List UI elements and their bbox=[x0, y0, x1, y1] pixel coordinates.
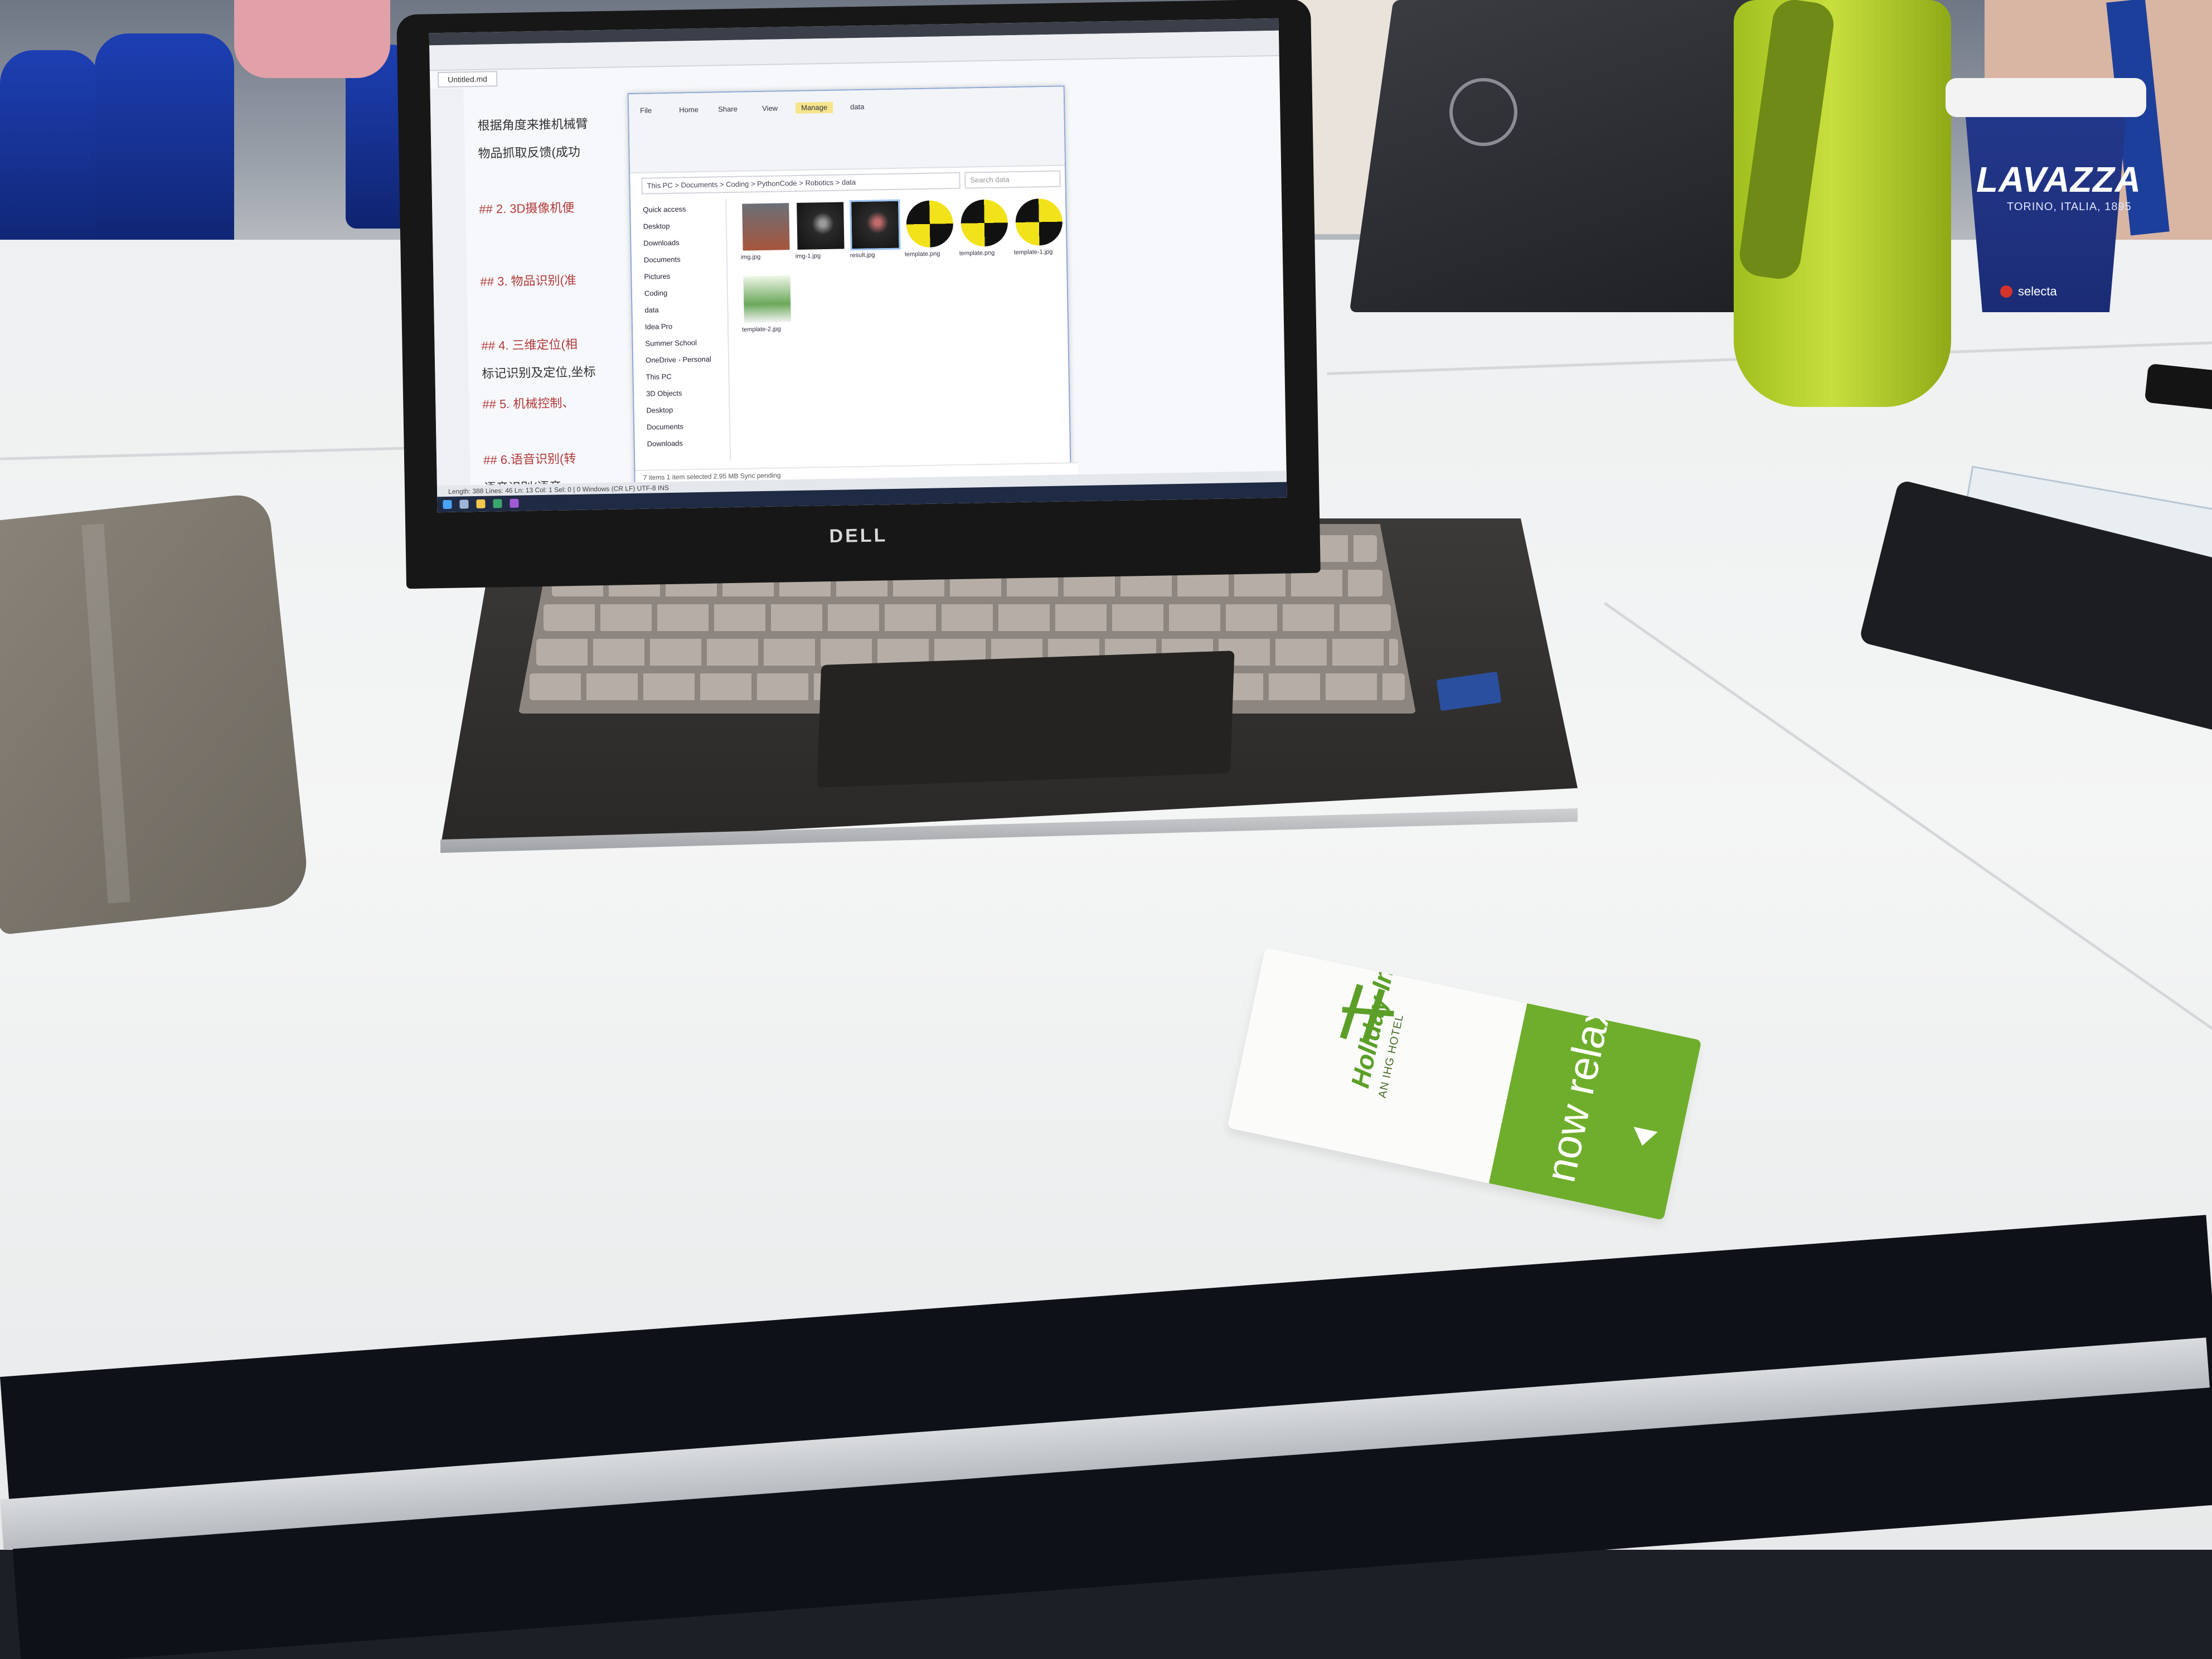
file-thumbnail[interactable] bbox=[797, 202, 845, 250]
nav-item[interactable]: This PC bbox=[646, 372, 671, 381]
nav-item[interactable]: Documents bbox=[644, 255, 681, 264]
nav-item[interactable]: Coding bbox=[644, 289, 667, 298]
explorer-nav-pane: Quick access Desktop Downloads Documents Pic… bbox=[630, 198, 731, 463]
nav-item[interactable]: OneDrive - Personal bbox=[646, 355, 711, 365]
file-name-label: template.png bbox=[904, 250, 940, 258]
file-thumbnail[interactable] bbox=[961, 199, 1008, 247]
chair bbox=[95, 33, 234, 256]
hp-logo-icon bbox=[1449, 78, 1517, 146]
dell-logo: DELL bbox=[829, 525, 888, 547]
explorer-search-input[interactable]: Search data bbox=[964, 170, 1061, 189]
file-name-label: template-2.jpg bbox=[741, 326, 781, 333]
line-number-gutter bbox=[430, 88, 471, 491]
photo-scene: LAVAZZA TORINO, ITALIA, 1895 selecta Unt… bbox=[0, 0, 2212, 1659]
laptop-sleeve bbox=[0, 492, 311, 935]
ribbon-tab-manage[interactable]: Manage bbox=[795, 101, 833, 114]
file-name-label: template-1.jpg bbox=[1013, 248, 1053, 256]
file-thumbnail[interactable] bbox=[906, 200, 954, 248]
file-thumbnail[interactable] bbox=[742, 203, 790, 251]
file-name-label: img.jpg bbox=[740, 254, 761, 261]
nav-item[interactable]: data bbox=[644, 305, 659, 314]
nav-item[interactable]: Downloads bbox=[647, 439, 683, 448]
file-name-label: result.jpg bbox=[850, 251, 875, 259]
start-icon[interactable] bbox=[443, 499, 452, 510]
editor-line[interactable]: ## 6.语音识别(转 bbox=[483, 449, 576, 468]
cup-subtitle: TORINO, ITALIA, 1895 bbox=[2007, 201, 2132, 213]
nav-item[interactable]: Desktop bbox=[643, 222, 670, 231]
nav-item[interactable]: Pictures bbox=[644, 272, 670, 281]
person-background bbox=[234, 0, 390, 78]
ribbon-tab-data[interactable]: data bbox=[845, 101, 870, 113]
key-row[interactable] bbox=[544, 604, 1391, 631]
editor-line[interactable]: ## 5. 机械控制、 bbox=[482, 393, 575, 413]
laptop-lid: Untitled.md 根据角度来推机械臂 物品抓取反馈(成功 ## 2. 3D摄像… bbox=[396, 0, 1321, 589]
explorer-address-bar[interactable]: This PC > Documents > Coding > PythonCod… bbox=[641, 172, 961, 195]
ribbon-tab-file[interactable]: File bbox=[634, 105, 657, 117]
editor-line[interactable]: ## 3. 物品识别(准 bbox=[480, 270, 576, 290]
editor-tab[interactable]: Untitled.md bbox=[437, 71, 498, 88]
ribbon-tab-home[interactable]: Home bbox=[673, 104, 704, 116]
cup-vendor: selecta bbox=[2018, 284, 2057, 298]
explorer-ribbon: File Home Share View Manage data bbox=[628, 86, 1065, 174]
nav-item[interactable]: Quick access bbox=[643, 205, 686, 214]
ribbon-tab-view[interactable]: View bbox=[756, 103, 783, 114]
nav-item[interactable]: Downloads bbox=[643, 239, 680, 248]
nav-item[interactable]: Idea Pro bbox=[645, 322, 672, 331]
nav-item[interactable]: Desktop bbox=[646, 406, 673, 415]
file-name-label: template.png bbox=[959, 249, 995, 257]
search-icon[interactable] bbox=[459, 499, 469, 509]
editor-line[interactable]: ## 2. 3D摄像机便 bbox=[479, 198, 575, 217]
editor-line[interactable]: 根据角度来推机械臂 bbox=[477, 114, 588, 133]
cup-brand: LAVAZZA bbox=[1976, 159, 2142, 200]
editor-line[interactable]: ## 4. 三维定位(相 bbox=[481, 334, 578, 354]
file-name-label: img-1.jpg bbox=[795, 253, 821, 260]
selecta-logo-icon bbox=[2000, 285, 2012, 298]
explorer-icon[interactable] bbox=[476, 499, 486, 509]
app-icon[interactable] bbox=[510, 498, 519, 508]
nav-item[interactable]: 3D Objects bbox=[646, 389, 682, 398]
laptop-screen: Untitled.md 根据角度来推机械臂 物品抓取反馈(成功 ## 2. 3D摄像… bbox=[429, 18, 1287, 513]
editor-line[interactable]: 物品抓取反馈(成功 bbox=[478, 142, 580, 162]
coffee-cup-lid bbox=[1946, 78, 2146, 117]
file-thumbnail[interactable] bbox=[743, 275, 791, 323]
touchpad[interactable] bbox=[817, 651, 1235, 788]
file-explorer-window[interactable]: File Home Share View Manage data This PC > Do… bbox=[627, 85, 1078, 486]
browser-icon[interactable] bbox=[493, 499, 502, 508]
chair bbox=[0, 50, 100, 262]
file-thumbnail[interactable] bbox=[850, 199, 901, 251]
nav-item[interactable]: Documents bbox=[647, 423, 683, 431]
editor-line[interactable]: 标记识别及定位,坐标 bbox=[482, 362, 596, 382]
nav-item[interactable]: Summer School bbox=[645, 338, 697, 348]
file-thumbnail[interactable] bbox=[1015, 198, 1063, 246]
ribbon-tab-share[interactable]: Share bbox=[712, 104, 743, 115]
